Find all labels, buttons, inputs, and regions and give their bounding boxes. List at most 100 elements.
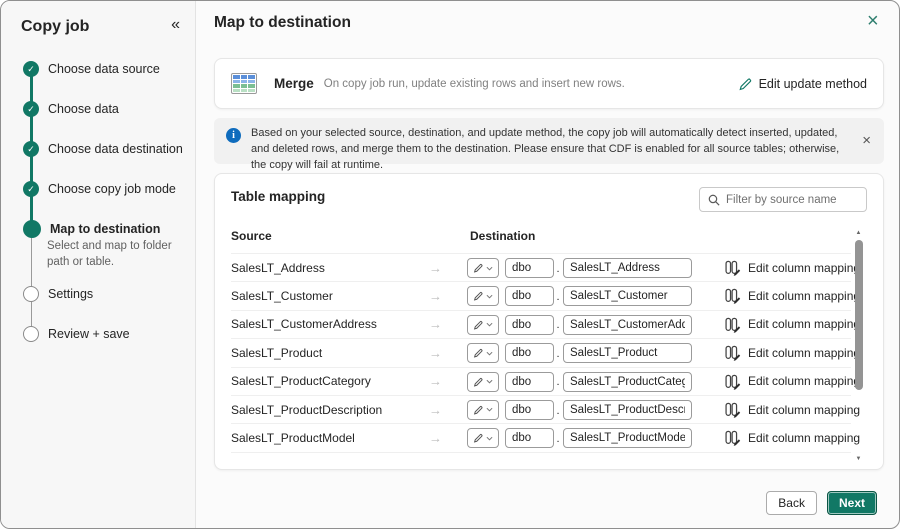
column-mapping-icon	[725, 345, 741, 362]
edit-update-method-label: Edit update method	[758, 76, 867, 91]
filter-input[interactable]	[726, 193, 858, 206]
schema-input[interactable]	[505, 371, 554, 392]
pencil-icon	[473, 263, 483, 273]
sidebar-item-choose-data[interactable]: ✓ Choose data	[23, 101, 119, 117]
edit-destination-dropdown[interactable]	[467, 343, 499, 364]
schema-input[interactable]	[505, 399, 554, 420]
edit-column-mapping-link[interactable]: Edit column mapping	[748, 317, 860, 331]
info-icon: i	[226, 128, 241, 143]
scrollbar-thumb[interactable]	[854, 240, 863, 390]
sidebar-item-choose-data-destination[interactable]: ✓ Choose data destination	[23, 141, 183, 157]
arrow-right-icon: →	[429, 373, 442, 389]
destination-table-input[interactable]	[563, 258, 692, 278]
schema-input[interactable]	[505, 286, 554, 307]
column-mapping-icon	[725, 317, 741, 333]
schema-input[interactable]	[505, 428, 554, 449]
destination-table-input[interactable]	[563, 371, 692, 392]
scroll-up-icon[interactable]: ▲	[853, 230, 864, 236]
column-mapping-icon	[725, 260, 741, 276]
destination-table-input[interactable]	[563, 286, 692, 307]
step-label: Choose copy job mode	[48, 182, 176, 196]
destination-table-input[interactable]	[563, 399, 692, 420]
chevron-down-icon	[486, 408, 493, 413]
arrow-right-icon: →	[429, 260, 442, 276]
dismiss-banner-icon[interactable]: ×	[862, 132, 871, 149]
edit-column-mapping-link[interactable]: Edit column mapping	[748, 289, 860, 303]
sidebar-item-map-to-destination[interactable]: Map to destination	[23, 220, 160, 238]
step-completed-icon: ✓	[23, 181, 39, 197]
edit-destination-dropdown[interactable]	[467, 428, 499, 449]
close-icon[interactable]: ×	[861, 8, 885, 35]
collapse-sidebar-button[interactable]: «	[171, 16, 180, 34]
edit-update-method-button[interactable]: Edit update method	[738, 77, 867, 91]
page-title: Map to destination	[214, 14, 351, 31]
pencil-icon	[473, 405, 483, 415]
destination-table-input[interactable]	[563, 428, 692, 449]
sidebar-item-review-save[interactable]: Review + save	[23, 326, 130, 342]
table-row: SalesLT_CustomerAddress → . Edit column …	[231, 311, 860, 340]
chevron-down-icon	[486, 294, 493, 299]
edit-destination-dropdown[interactable]	[467, 371, 499, 392]
schema-separator: .	[556, 319, 560, 332]
step-pending-icon	[23, 286, 39, 302]
update-method-card: Merge On copy job run, update existing r…	[214, 58, 884, 109]
edit-destination-dropdown[interactable]	[467, 258, 499, 278]
edit-column-mapping-link[interactable]: Edit column mapping	[748, 431, 860, 445]
source-table-name: SalesLT_ProductDescription	[231, 402, 383, 417]
edit-destination-dropdown[interactable]	[467, 286, 499, 307]
step-completed-icon: ✓	[23, 141, 39, 157]
back-button[interactable]: Back	[766, 491, 817, 515]
source-table-name: SalesLT_Address	[231, 260, 325, 275]
edit-column-mapping-link[interactable]: Edit column mapping	[748, 403, 860, 417]
arrow-right-icon: →	[429, 288, 442, 304]
scroll-down-icon[interactable]: ▼	[853, 456, 864, 462]
chevron-down-icon	[486, 323, 493, 327]
column-header-source: Source	[231, 229, 272, 243]
schema-separator: .	[556, 291, 560, 304]
schema-separator: .	[556, 404, 560, 417]
table-scrollbar[interactable]: ▲ ▼	[853, 230, 864, 462]
schema-separator: .	[556, 433, 560, 446]
schema-separator: .	[556, 376, 560, 389]
sidebar-title: Copy job	[21, 18, 90, 35]
edit-destination-dropdown[interactable]	[467, 314, 499, 335]
schema-input[interactable]	[505, 314, 554, 335]
schema-separator: .	[556, 262, 560, 275]
schema-input[interactable]	[505, 258, 554, 278]
edit-destination-dropdown[interactable]	[467, 399, 499, 420]
step-description: Select and map to folder path or table.	[47, 240, 172, 268]
edit-column-mapping-link[interactable]: Edit column mapping	[748, 261, 860, 275]
column-mapping-icon	[725, 374, 741, 390]
sidebar-item-settings[interactable]: Settings	[23, 286, 93, 302]
table-row: SalesLT_ProductModel → . Edit column map…	[231, 424, 860, 453]
pencil-icon	[473, 349, 483, 358]
step-label: Choose data destination	[48, 142, 183, 156]
chevron-down-icon	[486, 266, 493, 271]
sidebar-item-choose-data-source[interactable]: ✓ Choose data source	[23, 61, 160, 77]
step-label: Choose data source	[48, 62, 160, 76]
wizard-sidebar: Copy job « ✓ Choose data source ✓ Choose…	[1, 1, 196, 528]
destination-table-input[interactable]	[563, 343, 692, 364]
pencil-icon	[473, 434, 483, 443]
source-table-name: SalesLT_Product	[231, 345, 323, 360]
sidebar-item-choose-copy-job-mode[interactable]: ✓ Choose copy job mode	[23, 181, 176, 197]
source-table-name: SalesLT_ProductCategory	[231, 374, 371, 389]
next-button[interactable]: Next	[826, 491, 877, 515]
edit-column-mapping-link[interactable]: Edit column mapping	[748, 346, 860, 360]
chevron-down-icon	[486, 436, 493, 441]
chevron-down-icon	[486, 379, 493, 384]
column-mapping-icon	[725, 288, 741, 305]
step-pending-icon	[23, 326, 39, 342]
pencil-icon	[738, 77, 752, 91]
table-row: SalesLT_Product → . Edit column mapping	[231, 339, 860, 368]
schema-input[interactable]	[505, 343, 554, 364]
merge-table-icon	[231, 73, 257, 94]
info-banner: i Based on your selected source, destina…	[214, 118, 884, 171]
destination-table-input[interactable]	[563, 314, 692, 335]
edit-column-mapping-link[interactable]: Edit column mapping	[748, 374, 860, 388]
copy-job-wizard-window: Copy job « ✓ Choose data source ✓ Choose…	[0, 0, 900, 529]
table-row: SalesLT_ProductCategory → . Edit column …	[231, 368, 860, 396]
step-label: Review + save	[48, 327, 130, 341]
step-label: Map to destination	[50, 222, 161, 236]
step-completed-icon: ✓	[23, 101, 39, 117]
